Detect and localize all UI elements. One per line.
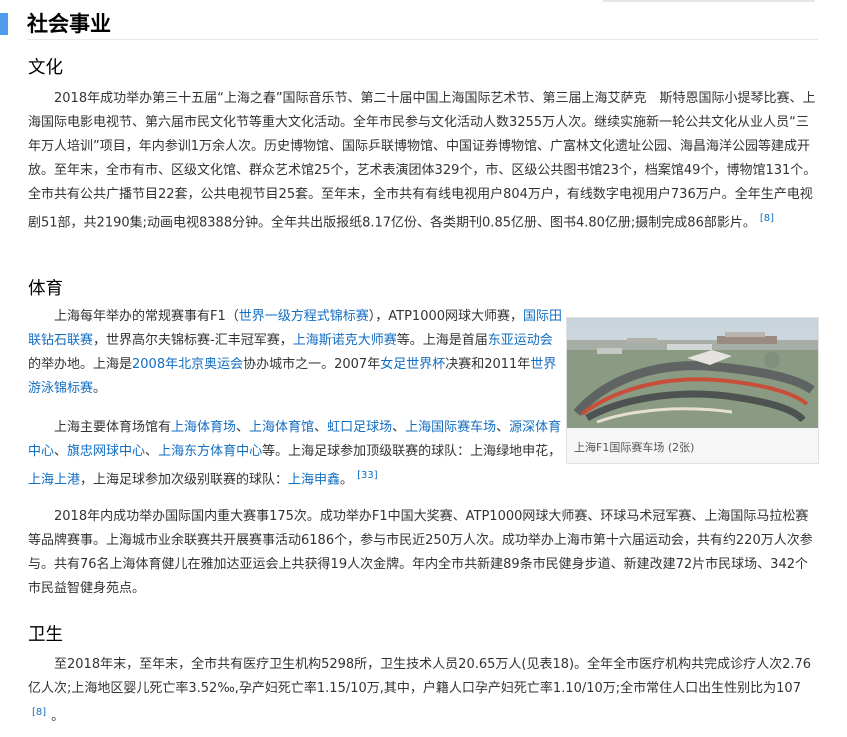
text-segment: 等。上海足球参加顶级联赛的球队：上海绿地申花， <box>262 444 562 459</box>
link-2008-olympics[interactable]: 2008年北京奥运会 <box>132 357 243 372</box>
sports-paragraph-1: 上海每年举办的常规赛事有F1（世界一级方程式锦标赛），ATP1000网球大师赛，… <box>28 305 564 401</box>
link-international-circuit[interactable]: 上海国际赛车场 <box>405 420 496 435</box>
link-shanghai-gymnasium[interactable]: 上海体育馆 <box>249 420 314 435</box>
link-east-asian-games[interactable]: 东亚运动会 <box>488 333 553 348</box>
separator: 、 <box>236 420 250 435</box>
separator: 、 <box>392 420 406 435</box>
link-shanghai-sipg[interactable]: 上海上港 <box>28 472 80 487</box>
link-f1-championship[interactable]: 世界一级方程式锦标赛 <box>239 309 369 324</box>
health-paragraph: 至2018年末，至年末，全市共有医疗卫生机构5298所，卫生技术人员20.65万… <box>28 653 818 729</box>
section-title-divider <box>27 39 818 40</box>
photo-caption: 上海F1国际赛车场 (2张) <box>574 441 695 454</box>
link-qizhong-tennis-center[interactable]: 旗忠网球中心 <box>67 444 145 459</box>
section-accent-bar <box>0 13 8 35</box>
link-shanghai-shenxin[interactable]: 上海申鑫 <box>288 472 340 487</box>
link-hongkou-stadium[interactable]: 虹口足球场 <box>327 420 392 435</box>
sports-intro: 上海每年举办的常规赛事有F1（世界一级方程式锦标赛），ATP1000网球大师赛，… <box>28 305 564 492</box>
separator: 、 <box>314 420 328 435</box>
text-segment: 上海每年举办的常规赛事有F1（ <box>54 309 239 324</box>
culture-heading: 文化 <box>28 58 63 78</box>
text-segment: ，世界高尔夫锦标赛-汇丰冠军赛， <box>93 333 293 348</box>
circuit-aerial-image <box>567 318 818 428</box>
text-segment: 。 <box>93 381 107 396</box>
text-segment: 的举办地。上海是 <box>28 357 133 372</box>
section-title: 社会事业 <box>27 12 111 36</box>
sports-heading: 体育 <box>28 279 63 299</box>
link-oriental-sports-center[interactable]: 上海东方体育中心 <box>158 444 262 459</box>
sports-reference-link[interactable]: [33] <box>357 470 378 481</box>
culture-reference-link[interactable]: [8] <box>760 213 774 224</box>
separator: 、 <box>54 444 68 459</box>
separator: 、 <box>145 444 159 459</box>
link-shanghai-stadium[interactable]: 上海体育场 <box>171 420 236 435</box>
sports-paragraph-2: 上海主要体育场馆有上海体育场、上海体育馆、虹口足球场、上海国际赛车场、源深体育中… <box>28 416 564 492</box>
text-segment: 等。上海是首届 <box>396 333 488 348</box>
health-tail: 。 <box>51 709 65 725</box>
text-segment: 协办城市之一。2007年 <box>243 357 381 372</box>
link-snooker-masters[interactable]: 上海斯诺克大师赛 <box>293 333 397 348</box>
text-segment: 决赛和2011年 <box>445 357 531 372</box>
sports-paragraph-3: 2018年内成功举办国际国内重大赛事175次。成功举办F1中国大奖赛、ATP10… <box>28 509 813 596</box>
text-segment: 。 <box>340 472 354 488</box>
health-heading: 卫生 <box>28 625 63 645</box>
health-text: 至2018年末，至年末，全市共有医疗卫生机构5298所，卫生技术人员20.65万… <box>28 657 812 696</box>
text-segment: ，上海足球参加次级别联赛的球队： <box>80 472 289 488</box>
text-segment: ），ATP1000网球大师赛， <box>368 309 524 324</box>
separator: 、 <box>496 420 510 435</box>
link-womens-world-cup[interactable]: 女足世界杯 <box>380 357 445 372</box>
text-segment: 上海主要体育场馆有 <box>54 420 172 435</box>
top-divider <box>603 0 815 2</box>
culture-text: 2018年成功举办第三十五届“上海之春”国际音乐节、第二十届中国上海国际艺术节、… <box>28 91 817 231</box>
f1-circuit-photo[interactable]: 上海F1国际赛车场 (2张) <box>566 317 819 464</box>
culture-paragraph: 2018年成功举办第三十五届“上海之春”国际音乐节、第二十届中国上海国际艺术节、… <box>28 87 818 235</box>
health-reference-link[interactable]: [8] <box>32 707 46 718</box>
